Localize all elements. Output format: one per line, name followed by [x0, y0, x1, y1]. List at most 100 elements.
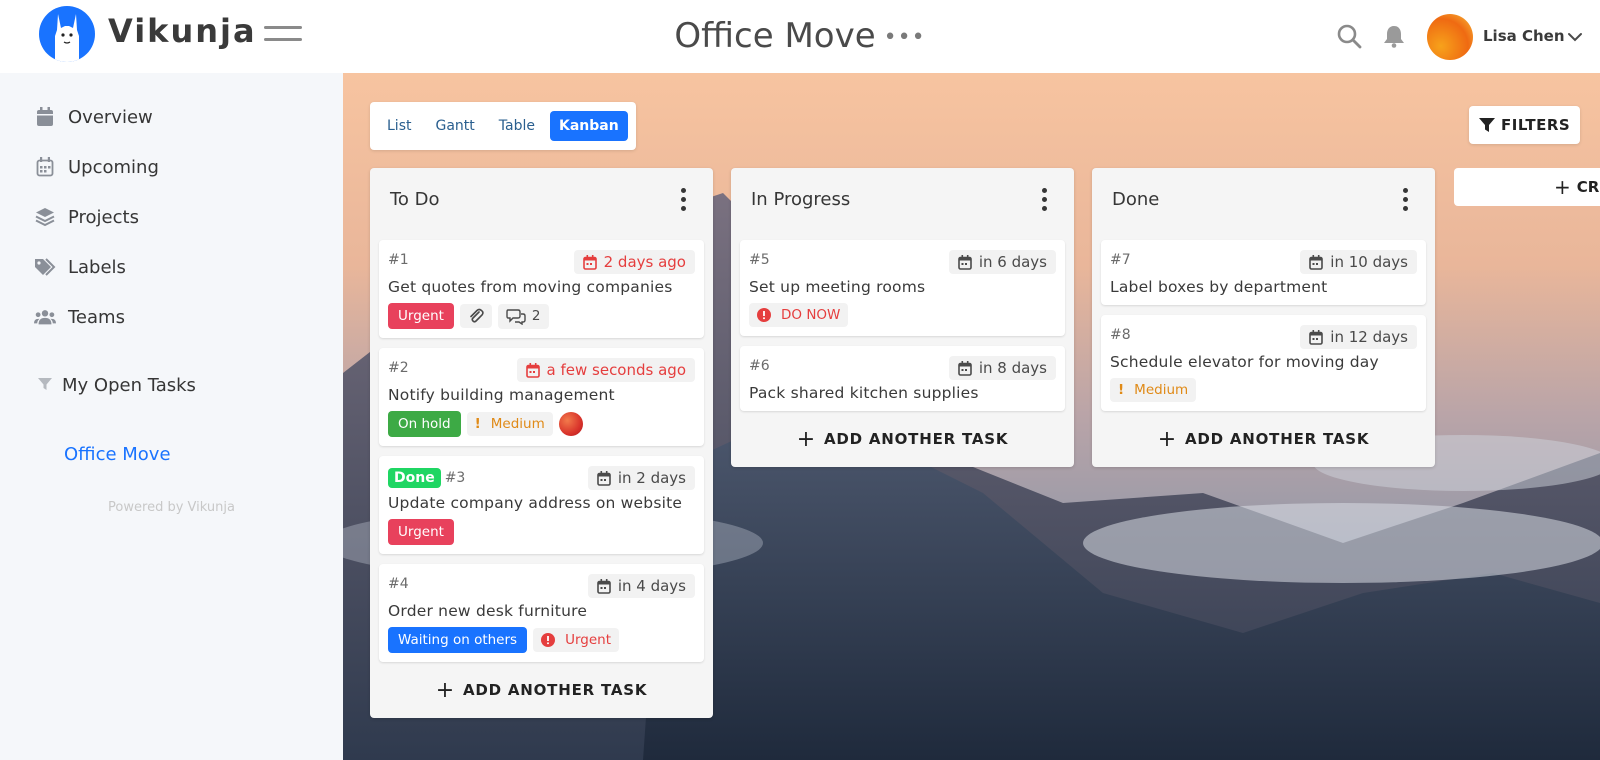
task-due-date: in 4 days	[587, 574, 695, 598]
create-bucket-button[interactable]: + CRE	[1454, 168, 1600, 206]
search-icon[interactable]	[1335, 22, 1363, 50]
add-task-button[interactable]: + ADD ANOTHER TASK	[1092, 411, 1435, 467]
user-name[interactable]: Lisa Chen	[1483, 27, 1565, 45]
view-tab-gantt[interactable]: Gantt	[426, 111, 483, 141]
sidebar-saved-filter[interactable]: My Open Tasks	[38, 375, 196, 396]
task-card[interactable]: #5 in 6 days Set up meeting rooms DO NOW	[740, 240, 1065, 336]
priority-medium: ! Medium	[466, 412, 553, 436]
saved-filter-label: My Open Tasks	[62, 375, 196, 396]
label-urgent: Urgent	[388, 303, 454, 329]
task-card[interactable]: #8 in 12 days Schedule elevator for movi…	[1101, 315, 1426, 411]
project-options-icon[interactable]: •••	[884, 25, 926, 50]
bucket-options-icon[interactable]	[1034, 184, 1054, 214]
task-card[interactable]: #4 in 4 days Order new desk furniture Wa…	[379, 564, 704, 662]
due-text: in 10 days	[1330, 253, 1408, 271]
bucket-options-icon[interactable]	[1395, 184, 1415, 214]
view-tab-list[interactable]: List	[378, 111, 420, 141]
paperclip-icon	[470, 308, 484, 323]
calendar-icon	[597, 578, 611, 594]
project-title: Office Move	[674, 16, 876, 56]
task-id: #3	[444, 470, 466, 486]
task-card[interactable]: #6 in 8 days Pack shared kitchen supplie…	[740, 346, 1065, 411]
due-text: in 12 days	[1330, 328, 1408, 346]
filter-icon	[1479, 118, 1495, 132]
assignee-avatar	[558, 412, 583, 436]
sidebar-item-upcoming[interactable]: Upcoming	[34, 149, 159, 185]
alert-circle-icon	[541, 633, 556, 647]
filters-button[interactable]: FILTERS	[1469, 106, 1581, 144]
sidebar-item-labels[interactable]: Labels	[34, 249, 126, 285]
calendar-icon	[1309, 329, 1324, 345]
bucket-options-icon[interactable]	[673, 184, 693, 214]
tags-icon	[34, 256, 56, 278]
filter-icon	[38, 376, 52, 395]
sidebar-item-overview[interactable]: Overview	[34, 99, 153, 135]
due-text: in 6 days	[978, 253, 1047, 271]
sidebar-item-label: Labels	[68, 256, 126, 278]
task-id: #8	[1110, 327, 1131, 343]
sidebar-toggle-button[interactable]	[264, 26, 302, 46]
sidebar-item-project[interactable]: Office Move	[64, 444, 171, 465]
bucket-title: Done	[1112, 188, 1160, 210]
create-bucket-label: CRE	[1576, 178, 1600, 196]
plus-icon: +	[435, 677, 455, 703]
task-card[interactable]: Done #3 in 2 days Update company address…	[379, 456, 704, 554]
task-due-date: 2 days ago	[573, 250, 695, 274]
task-title: Get quotes from moving companies	[388, 278, 673, 296]
priority-text: Medium	[1134, 382, 1189, 398]
done-badge: Done	[388, 468, 441, 488]
due-text: in 8 days	[978, 359, 1047, 377]
task-id-area: Done #3	[388, 468, 465, 488]
users-icon	[34, 306, 56, 328]
sidebar-item-projects[interactable]: Projects	[34, 199, 139, 235]
priority-medium: ! Medium	[1110, 378, 1197, 402]
filters-label: FILTERS	[1501, 116, 1571, 134]
comments-indicator: 2	[497, 303, 549, 329]
view-tab-kanban[interactable]: Kanban	[549, 111, 628, 141]
calendar-icon	[582, 254, 597, 270]
priority-text: DO NOW	[781, 307, 841, 323]
sidebar-item-label: Projects	[68, 206, 139, 228]
user-avatar[interactable]	[1427, 14, 1473, 60]
sidebar-item-label: Teams	[68, 306, 125, 328]
calendar-icon	[597, 470, 611, 486]
task-due-date: in 10 days	[1300, 250, 1417, 274]
due-text: a few seconds ago	[546, 361, 686, 379]
task-title: Schedule elevator for moving day	[1110, 353, 1379, 371]
bell-icon[interactable]	[1380, 22, 1408, 50]
task-card[interactable]: #2 a few seconds ago Notify building man…	[379, 348, 704, 446]
task-id: #6	[749, 358, 770, 374]
task-due-date: in 8 days	[948, 356, 1056, 380]
sidebar-item-label: Upcoming	[68, 156, 159, 178]
view-tab-table[interactable]: Table	[490, 111, 544, 141]
calendar-icon	[1309, 254, 1324, 270]
task-due-date: a few seconds ago	[516, 358, 695, 382]
calendar-grid-icon	[34, 156, 56, 178]
top-bar: Vikunja Office Move ••• Lisa Chen	[0, 0, 1600, 73]
bucket-todo: To Do #1 2 days ago Get quotes from movi…	[370, 168, 713, 718]
sidebar-item-teams[interactable]: Teams	[34, 299, 125, 335]
task-title: Set up meeting rooms	[749, 278, 926, 296]
task-card[interactable]: #1 2 days ago Get quotes from moving com…	[379, 240, 704, 338]
chevron-down-icon[interactable]	[1566, 28, 1584, 46]
priority-text: Medium	[490, 416, 545, 432]
add-task-label: ADD ANOTHER TASK	[1184, 430, 1370, 448]
task-title: Order new desk furniture	[388, 602, 588, 620]
add-task-button[interactable]: + ADD ANOTHER TASK	[370, 662, 713, 718]
task-id: #5	[749, 252, 770, 268]
add-task-button[interactable]: + ADD ANOTHER TASK	[731, 411, 1074, 467]
view-switcher: List Gantt Table Kanban	[370, 102, 636, 150]
task-card[interactable]: #7 in 10 days Label boxes by department	[1101, 240, 1426, 305]
task-due-date: in 2 days	[587, 466, 695, 490]
priority-text: Urgent	[565, 632, 611, 648]
layers-icon	[34, 206, 56, 228]
plus-icon: +	[796, 426, 816, 452]
bucket-title: To Do	[390, 188, 440, 210]
task-id: #1	[388, 252, 409, 268]
due-text: in 4 days	[617, 577, 686, 595]
bucket-in-progress: In Progress #5 in 6 days Set up meeting …	[731, 168, 1074, 467]
label-urgent: Urgent	[388, 519, 454, 545]
comments-icon	[506, 308, 526, 325]
task-id: #2	[388, 360, 409, 376]
vikunja-logo[interactable]	[39, 6, 95, 62]
